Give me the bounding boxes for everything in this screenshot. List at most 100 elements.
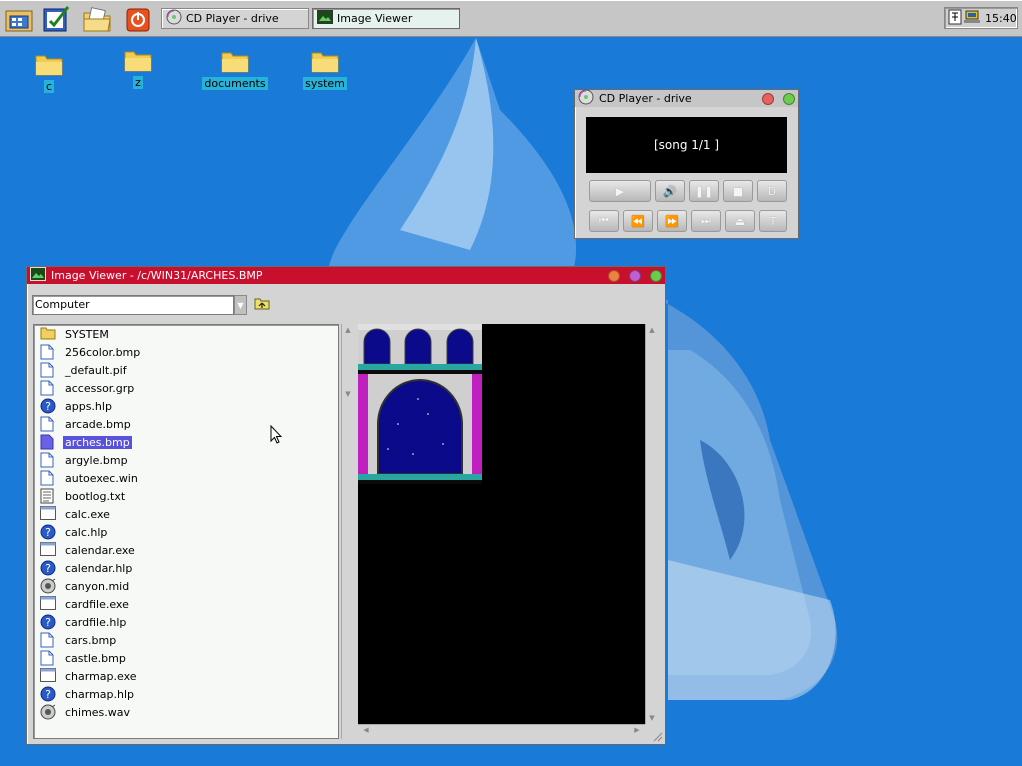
rewind-button[interactable]: ⏪: [623, 210, 653, 232]
eject-button[interactable]: ⏏: [725, 210, 755, 232]
svg-text:?: ?: [45, 526, 51, 539]
maximize-icon[interactable]: [783, 92, 795, 105]
d-button[interactable]: D: [757, 180, 787, 202]
file-name: accessor.grp: [65, 381, 135, 395]
task-image-viewer[interactable]: Image Viewer: [312, 8, 460, 29]
documents-folder-icon[interactable]: [81, 3, 113, 35]
file-list-item[interactable]: ? charmap.hlp: [34, 685, 334, 703]
preview-vertical-scrollbar[interactable]: ▲ ▼: [645, 324, 658, 724]
clock: 15:40: [985, 11, 1017, 25]
stop-button[interactable]: ■: [723, 180, 753, 202]
file-list-item[interactable]: ? apps.hlp: [34, 397, 334, 415]
desktop-folder-system[interactable]: system: [285, 49, 365, 90]
file-list-item[interactable]: 256color.bmp: [34, 343, 334, 361]
file-name: calendar.hlp: [65, 561, 133, 575]
folder-up-icon: [254, 297, 270, 313]
file-name: cardfile.exe: [65, 597, 129, 611]
scroll-up-icon[interactable]: ▲: [646, 326, 658, 334]
file-list-item[interactable]: chimes.wav: [34, 703, 334, 721]
next-track-button[interactable]: ⏭: [691, 210, 721, 232]
previous-track-button[interactable]: ⏮: [589, 210, 619, 232]
help-icon: ?: [40, 524, 56, 540]
volume-button[interactable]: 🔊: [655, 180, 685, 202]
scroll-down-icon[interactable]: ▼: [646, 714, 658, 722]
folder-icon: [221, 49, 249, 73]
close-icon[interactable]: [762, 92, 774, 105]
location-combo[interactable]: Computer: [32, 295, 234, 315]
file-list-item[interactable]: _default.pif: [34, 361, 334, 379]
file-list-item[interactable]: argyle.bmp: [34, 451, 334, 469]
file-list-item[interactable]: cardfile.exe: [34, 595, 334, 613]
file-manager-icon[interactable]: [3, 3, 35, 35]
help-icon: ?: [40, 560, 56, 576]
image-viewer-icon: [317, 10, 333, 27]
file-list-item[interactable]: ? calc.hlp: [34, 523, 334, 541]
cd-icon: [166, 9, 182, 28]
task-cd-player[interactable]: CD Player - drive: [161, 8, 309, 29]
pause-icon: ❚❚: [694, 184, 714, 198]
application-icon: [40, 506, 56, 522]
file-list-item[interactable]: ? calendar.hlp: [34, 559, 334, 577]
network-icon[interactable]: [964, 9, 980, 28]
preview-horizontal-scrollbar[interactable]: ◀ ▶: [358, 724, 645, 737]
file-list-item[interactable]: arches.bmp: [34, 433, 334, 451]
audio-file-icon: [40, 704, 56, 720]
scroll-down-icon[interactable]: ▼: [342, 390, 354, 398]
next-track-icon: ⏭: [701, 214, 711, 227]
maximize-icon[interactable]: [650, 269, 662, 282]
desktop-drive-z[interactable]: z: [98, 48, 178, 89]
cd-player-window: CD Player - drive [song 1/1 ] ▶ 🔊 ❚❚ ■ D…: [574, 89, 799, 239]
file-list-item[interactable]: arcade.bmp: [34, 415, 334, 433]
file-list-item[interactable]: castle.bmp: [34, 649, 334, 667]
shutdown-icon[interactable]: [122, 3, 154, 35]
cd-player-title: CD Player - drive: [599, 92, 692, 105]
parent-folder-button[interactable]: [253, 296, 271, 313]
combo-dropdown-button[interactable]: ▼: [234, 295, 247, 315]
file-list-item[interactable]: autoexec.win: [34, 469, 334, 487]
rewind-icon: ⏪: [631, 214, 645, 228]
file-list-item[interactable]: charmap.exe: [34, 667, 334, 685]
cd-player-titlebar[interactable]: CD Player - drive: [575, 89, 798, 107]
pause-button[interactable]: ❚❚: [689, 180, 719, 202]
t-button[interactable]: T: [759, 210, 787, 232]
folder-icon: [35, 52, 63, 76]
file-name: calc.hlp: [65, 525, 108, 539]
file-list-item[interactable]: bootlog.txt: [34, 487, 334, 505]
file-list-item[interactable]: ? cardfile.hlp: [34, 613, 334, 631]
file-list-item[interactable]: cars.bmp: [34, 631, 334, 649]
svg-text:?: ?: [45, 616, 51, 629]
image-preview: [358, 324, 645, 724]
help-icon: ?: [40, 614, 56, 630]
file-list-scrollbar[interactable]: ▲ ▼: [341, 324, 354, 739]
file-name: castle.bmp: [65, 651, 126, 665]
scroll-left-icon[interactable]: ◀: [360, 726, 372, 734]
file-list-item[interactable]: accessor.grp: [34, 379, 334, 397]
minimize-icon[interactable]: [629, 269, 641, 282]
file-icon: [40, 380, 56, 396]
control-panel-icon[interactable]: [40, 3, 72, 35]
keyboard-icon[interactable]: [948, 9, 962, 28]
file-list-item[interactable]: calendar.exe: [34, 541, 334, 559]
file-name: cardfile.hlp: [65, 615, 127, 629]
file-name: arches.bmp: [63, 435, 132, 449]
file-list-item[interactable]: calc.exe: [34, 505, 334, 523]
file-name: autoexec.win: [65, 471, 138, 485]
help-icon: ?: [40, 686, 56, 702]
file-list-item[interactable]: SYSTEM: [34, 325, 334, 343]
folder-icon: [124, 48, 152, 72]
file-icon: [40, 416, 56, 432]
scroll-up-icon[interactable]: ▲: [342, 326, 354, 334]
desktop-icon-label: c: [43, 80, 55, 93]
d-button-label: D: [767, 184, 777, 198]
desktop-folder-documents[interactable]: documents: [195, 49, 275, 90]
play-button[interactable]: ▶: [589, 180, 651, 202]
image-viewer-titlebar[interactable]: Image Viewer - /c/WIN31/ARCHES.BMP: [27, 267, 665, 284]
desktop-drive-c[interactable]: c: [9, 52, 89, 93]
desktop-icon-label: system: [303, 77, 347, 90]
file-list[interactable]: SYSTEM 256color.bmp _default.pif accessor.g…: [33, 324, 339, 739]
scroll-right-icon[interactable]: ▶: [631, 726, 643, 734]
close-icon[interactable]: [608, 269, 620, 282]
file-list-item[interactable]: canyon.mid: [34, 577, 334, 595]
fast-forward-button[interactable]: ⏩: [657, 210, 687, 232]
resize-grip[interactable]: [651, 730, 663, 742]
